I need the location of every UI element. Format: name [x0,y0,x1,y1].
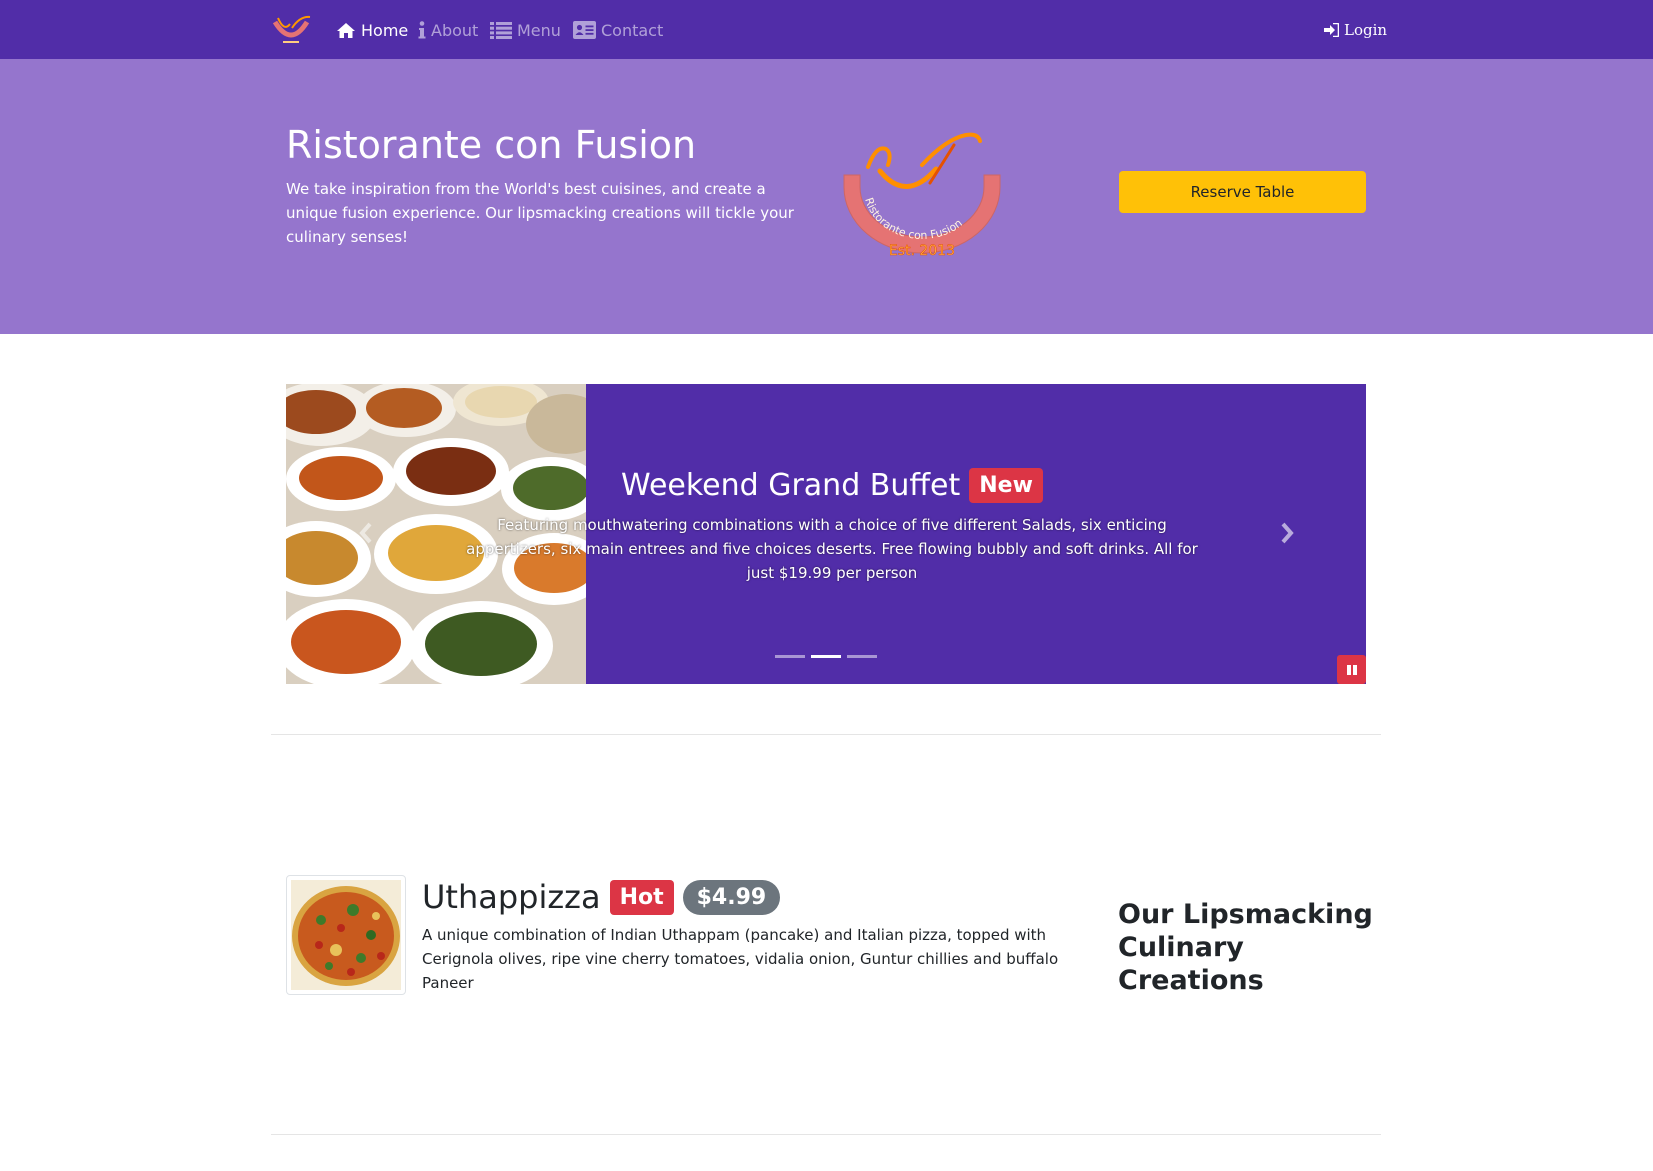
reserve-table-button[interactable]: Reserve Table [1119,171,1366,213]
section-heading: Our Lipsmacking Culinary Creations [1118,899,1373,996]
new-badge: New [969,468,1043,503]
list-icon [490,21,512,39]
jumbotron-text: We take inspiration from the World's bes… [286,180,794,246]
sign-in-icon [1324,23,1339,37]
nav-about-label: About [431,20,479,40]
nav-home-label: Home [361,20,409,40]
hot-badge: Hot [609,879,674,915]
home-icon [337,22,355,38]
carousel-indicator-1[interactable] [775,655,805,658]
nav-about[interactable]: About [418,18,478,42]
login-link[interactable]: Login [1324,18,1387,42]
carousel: Weekend Grand Buffet New Featuring mouth… [286,384,1366,684]
brand-logo[interactable] [270,14,312,46]
nav-menu-label: Menu [517,20,561,40]
dish-name: Uthappizza [422,878,601,916]
info-icon [418,21,426,39]
dish-title-row: Uthappizza Hot $4.99 [422,878,781,916]
pause-icon [1346,664,1357,675]
page-title: Ristorante con Fusion [286,123,697,167]
login-label: Login [1344,21,1388,39]
price-badge: $4.99 [682,879,781,915]
carousel-caption: Weekend Grand Buffet New Featuring mouth… [452,468,1212,585]
nav-menu[interactable]: Menu [490,18,561,42]
nav-contact[interactable]: Contact [573,18,663,42]
caption-text: Featuring mouthwatering combinations wit… [466,516,1198,582]
restaurant-logo: Ristorante con Fusion Est. 2013 [843,132,1001,259]
carousel-prev-icon[interactable] [356,518,376,548]
caption-title-row: Weekend Grand Buffet New [452,468,1212,503]
navbar: Home About Menu Contact Login [0,0,1653,59]
carousel-indicator-2[interactable] [811,655,841,658]
address-card-icon [573,21,596,39]
carousel-indicator-3[interactable] [847,655,877,658]
caption-title: Weekend Grand Buffet [621,468,961,503]
nav-home[interactable]: Home [336,18,408,42]
dish-description: A unique combination of Indian Uthappam … [422,926,1059,992]
carousel-pause-button[interactable] [1337,655,1366,684]
nav-contact-label: Contact [601,20,664,40]
dish-thumbnail [286,875,406,995]
pizza-image [291,880,401,990]
section-divider [271,1134,1381,1135]
jumbotron: Ristorante con Fusion We take inspiratio… [0,59,1653,334]
carousel-indicators [775,655,877,658]
carousel-next-icon[interactable] [1277,518,1297,548]
logo-est-text: Est. 2013 [889,243,955,259]
section-divider [271,734,1381,735]
